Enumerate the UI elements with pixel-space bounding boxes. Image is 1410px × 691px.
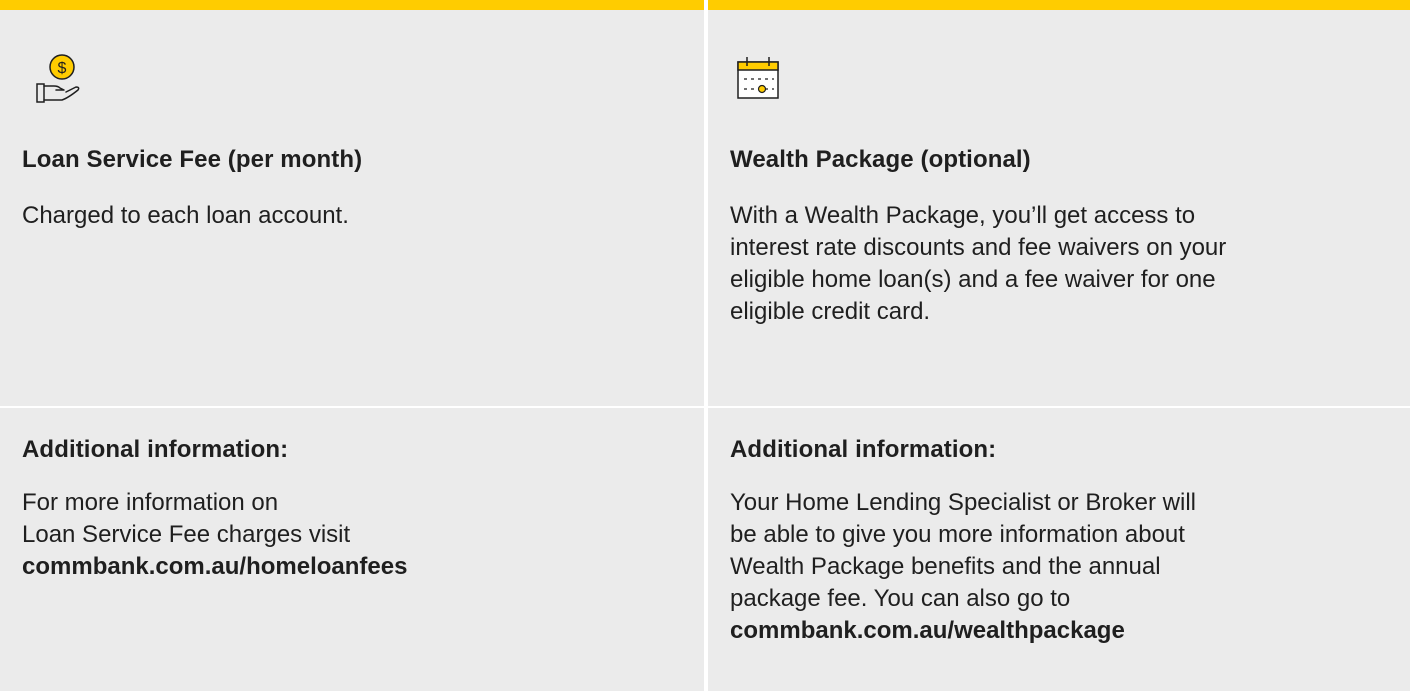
wealth-package-description-line: eligible home loan(s) and a fee waiver f… <box>730 266 1216 293</box>
wealthpackage-link[interactable]: commbank.com.au/wealthpackage <box>730 615 1380 647</box>
wealth-package-description-line: interest rate discounts and fee waivers … <box>730 234 1227 261</box>
wealth-package-additional-info-text: Your Home Lending Specialist or Broker w… <box>730 487 1380 647</box>
wealth-package-info-line: package fee. You can also go to <box>730 585 1071 612</box>
hand-coin-icon: $ <box>34 54 94 104</box>
homeloanfees-link[interactable]: commbank.com.au/homeloanfees <box>22 551 672 583</box>
wealth-package-info-line: Your Home Lending Specialist or Broker w… <box>730 489 1197 516</box>
wealth-package-additional-info: Additional information: Your Home Lendin… <box>708 408 1410 691</box>
svg-text:$: $ <box>58 60 67 77</box>
wealth-package-info-line: Wealth Package benefits and the annual <box>730 553 1161 580</box>
wealth-package-description: With a Wealth Package, you’ll get access… <box>730 200 1380 328</box>
calendar-icon <box>736 54 796 104</box>
loan-service-fee-description: Charged to each loan account. <box>22 202 349 229</box>
loan-fee-info-line: For more information on <box>22 489 279 516</box>
loan-fee-additional-info-title: Additional information: <box>22 436 289 463</box>
wealth-package-info-line: be able to give you more information abo… <box>730 521 1185 548</box>
wealth-package-additional-info-title: Additional information: <box>730 436 997 463</box>
loan-fee-additional-info-text: For more information on Loan Service Fee… <box>22 487 672 583</box>
loan-service-fee-card: $ Loan Service Fee (per month) Charged t… <box>0 0 704 406</box>
loan-service-fee-title: Loan Service Fee (per month) <box>22 146 363 173</box>
wealth-package-description-line: With a Wealth Package, you’ll get access… <box>730 202 1196 229</box>
loan-fee-additional-info: Additional information: For more informa… <box>0 408 704 691</box>
loan-fee-info-line: Loan Service Fee charges visit <box>22 521 351 548</box>
fee-info-grid: $ Loan Service Fee (per month) Charged t… <box>0 0 1410 691</box>
wealth-package-description-line: eligible credit card. <box>730 298 931 325</box>
wealth-package-card: Wealth Package (optional) With a Wealth … <box>708 0 1410 406</box>
wealth-package-title: Wealth Package (optional) <box>730 146 1031 173</box>
